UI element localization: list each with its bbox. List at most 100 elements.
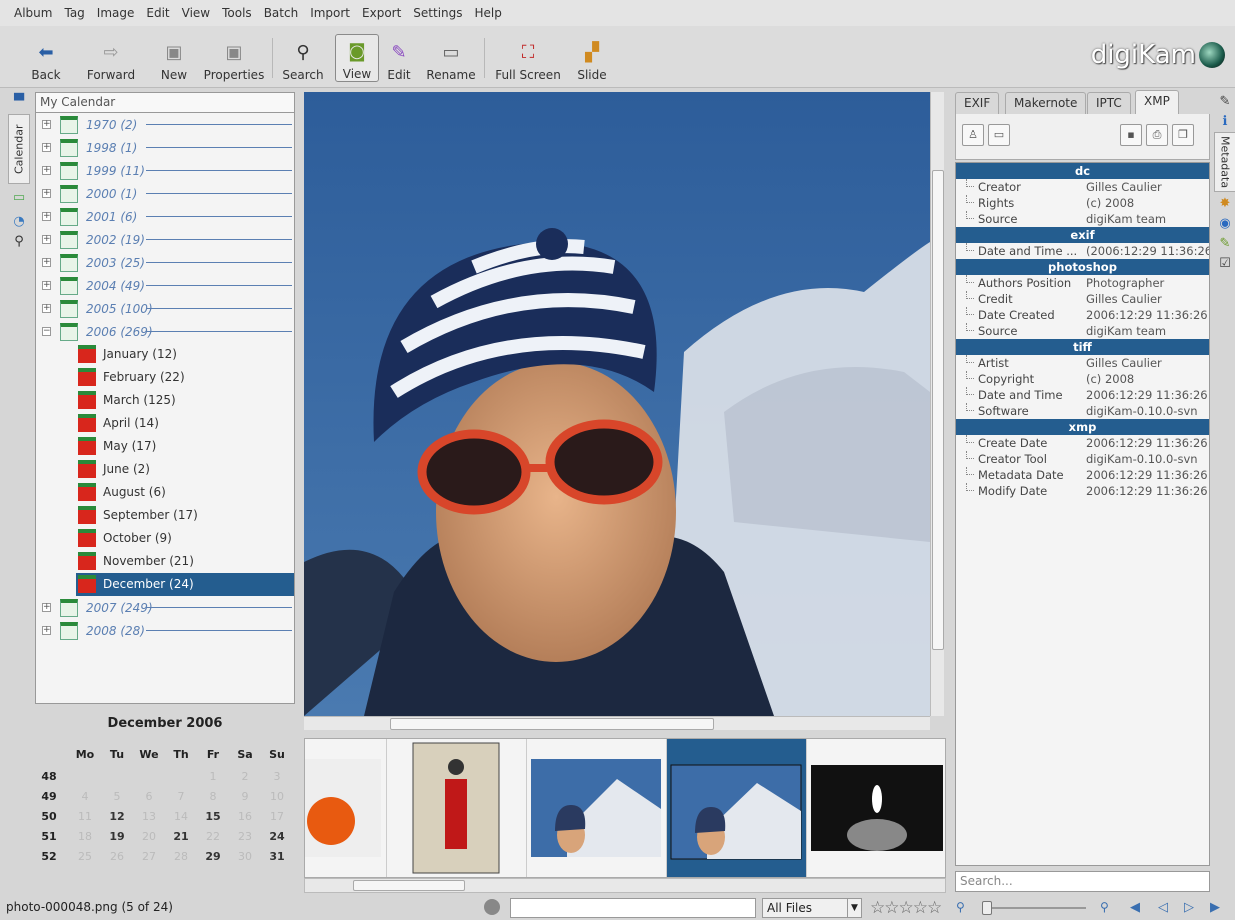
menu-image[interactable]: Image: [97, 6, 135, 20]
calendar-day[interactable]: 12: [103, 810, 131, 823]
thumbnail-scrollbar[interactable]: [304, 878, 946, 893]
metadata-tab[interactable]: Metadata: [1214, 132, 1235, 192]
zoom-out-icon[interactable]: ⚲: [956, 900, 965, 914]
zoom-in-icon[interactable]: ⚲: [1100, 900, 1109, 914]
search-button[interactable]: ⚲ Search: [282, 34, 324, 83]
text-filter-input[interactable]: [510, 898, 756, 918]
calendar-day[interactable]: 15: [199, 810, 227, 823]
calendar-day[interactable]: 10: [263, 790, 291, 803]
calendar-day[interactable]: 23: [231, 830, 259, 843]
zoom-slider[interactable]: ⚲ ⚲: [956, 900, 1116, 916]
tree-year-item[interactable]: +2002 (19): [36, 228, 294, 251]
tree-year-item[interactable]: +2003 (25): [36, 251, 294, 274]
tree-year-item[interactable]: +1998 (1): [36, 136, 294, 159]
expand-toggle-icon[interactable]: +: [42, 166, 51, 175]
tree-year-item[interactable]: +1999 (11): [36, 159, 294, 182]
menu-import[interactable]: Import: [310, 6, 350, 20]
tree-month-item[interactable]: January (12): [36, 343, 294, 366]
first-image-icon[interactable]: ◀: [1130, 900, 1140, 915]
info-icon[interactable]: ℹ: [1217, 114, 1233, 130]
rename-button[interactable]: ▭ Rename: [426, 34, 476, 83]
metadata-group-header[interactable]: exif: [956, 227, 1209, 243]
calendar-day[interactable]: 13: [135, 810, 163, 823]
properties-button[interactable]: ▣ Properties: [204, 34, 265, 83]
metadata-group-header[interactable]: xmp: [956, 419, 1209, 435]
calendar-day[interactable]: 1: [199, 770, 227, 783]
metadata-row[interactable]: Software digiKam-0.10.0-svn: [956, 403, 1209, 419]
menu-tag[interactable]: Tag: [64, 6, 84, 20]
metadata-row[interactable]: Date and Time ... (2006:12:29 11:36:26): [956, 243, 1209, 259]
copy-metadata-icon[interactable]: ❐: [1172, 124, 1194, 146]
comments-icon[interactable]: ✎: [1217, 236, 1233, 252]
last-image-icon[interactable]: ▶: [1210, 900, 1220, 915]
tree-month-item-selected[interactable]: December (24): [76, 573, 294, 596]
calendar-day[interactable]: 7: [167, 790, 195, 803]
tab-xmp[interactable]: XMP: [1135, 90, 1179, 114]
metadata-row[interactable]: Source digiKam team: [956, 211, 1209, 227]
metadata-row[interactable]: Credit Gilles Caulier: [956, 291, 1209, 307]
fullscreen-button[interactable]: ⛶ Full Screen: [494, 34, 562, 83]
thumbnail-item[interactable]: [807, 739, 945, 877]
back-button[interactable]: ⬅ Back: [28, 34, 64, 83]
calendar-day[interactable]: 14: [167, 810, 195, 823]
menu-settings[interactable]: Settings: [413, 6, 462, 20]
tree-year-item[interactable]: +1970 (2): [36, 113, 294, 136]
image-horizontal-scrollbar[interactable]: [304, 716, 930, 730]
metadata-group-header[interactable]: dc: [956, 163, 1209, 179]
metadata-row[interactable]: Create Date 2006:12:29 11:36:26: [956, 435, 1209, 451]
menu-batch[interactable]: Batch: [264, 6, 299, 20]
tree-month-item[interactable]: November (21): [36, 550, 294, 573]
tree-year-item[interactable]: − 2006 (269): [36, 320, 294, 343]
tree-month-item[interactable]: February (22): [36, 366, 294, 389]
tree-year-item[interactable]: +2007 (249): [36, 596, 294, 619]
scrollbar-thumb[interactable]: [932, 170, 944, 650]
expand-toggle-icon[interactable]: +: [42, 120, 51, 129]
tree-month-item[interactable]: June (2): [36, 458, 294, 481]
tab-makernote[interactable]: Makernote: [1005, 92, 1087, 114]
calendar-day[interactable]: 19: [103, 830, 131, 843]
calendar-day[interactable]: 20: [135, 830, 163, 843]
calendar-day[interactable]: 9: [231, 790, 259, 803]
metadata-row[interactable]: Artist Gilles Caulier: [956, 355, 1209, 371]
timeline-tab-icon[interactable]: ◔: [11, 214, 27, 230]
tree-year-item[interactable]: +2008 (28): [36, 619, 294, 642]
expand-toggle-icon[interactable]: +: [42, 189, 51, 198]
pencil-icon[interactable]: ✎: [1217, 94, 1233, 110]
calendar-day[interactable]: 5: [103, 790, 131, 803]
metadata-row[interactable]: Creator Gilles Caulier: [956, 179, 1209, 195]
calendar-day[interactable]: 21: [167, 830, 195, 843]
thumbnail-item-selected[interactable]: [667, 739, 807, 877]
thumbnail-item[interactable]: [305, 739, 387, 877]
expand-toggle-icon[interactable]: −: [42, 327, 51, 336]
tree-year-item[interactable]: +2005 (100): [36, 297, 294, 320]
menu-help[interactable]: Help: [475, 6, 502, 20]
tree-month-item[interactable]: May (17): [36, 435, 294, 458]
zoom-handle[interactable]: [982, 901, 992, 915]
expand-toggle-icon[interactable]: +: [42, 603, 51, 612]
calendar-day[interactable]: 16: [231, 810, 259, 823]
metadata-row[interactable]: Rights (c) 2008: [956, 195, 1209, 211]
calendar-day[interactable]: 6: [135, 790, 163, 803]
new-album-button[interactable]: ▣ New: [158, 34, 190, 83]
calendar-day[interactable]: 8: [199, 790, 227, 803]
metadata-row[interactable]: Date Created 2006:12:29 11:36:26: [956, 307, 1209, 323]
clear-filter-icon[interactable]: [484, 899, 500, 915]
calendar-day[interactable]: 30: [231, 850, 259, 863]
calendar-day[interactable]: 11: [71, 810, 99, 823]
calendar-day[interactable]: 2: [231, 770, 259, 783]
scrollbar-thumb[interactable]: [390, 718, 714, 730]
expand-toggle-icon[interactable]: +: [42, 143, 51, 152]
globe-icon[interactable]: ◉: [1217, 216, 1233, 232]
calendar-day[interactable]: 29: [199, 850, 227, 863]
expand-toggle-icon[interactable]: +: [42, 281, 51, 290]
previous-image-icon[interactable]: ◁: [1158, 900, 1168, 915]
tags-icon[interactable]: ☑: [1217, 256, 1233, 272]
metadata-row[interactable]: Copyright (c) 2008: [956, 371, 1209, 387]
search-tab-icon[interactable]: ⚲: [11, 234, 27, 250]
metadata-row[interactable]: Creator Tool digiKam-0.10.0-svn: [956, 451, 1209, 467]
rating-filter[interactable]: ☆☆☆☆☆: [870, 898, 942, 918]
calendar-day[interactable]: 4: [71, 790, 99, 803]
calendar-day[interactable]: 27: [135, 850, 163, 863]
menu-album[interactable]: Album: [14, 6, 52, 20]
image-preview[interactable]: [304, 92, 930, 716]
